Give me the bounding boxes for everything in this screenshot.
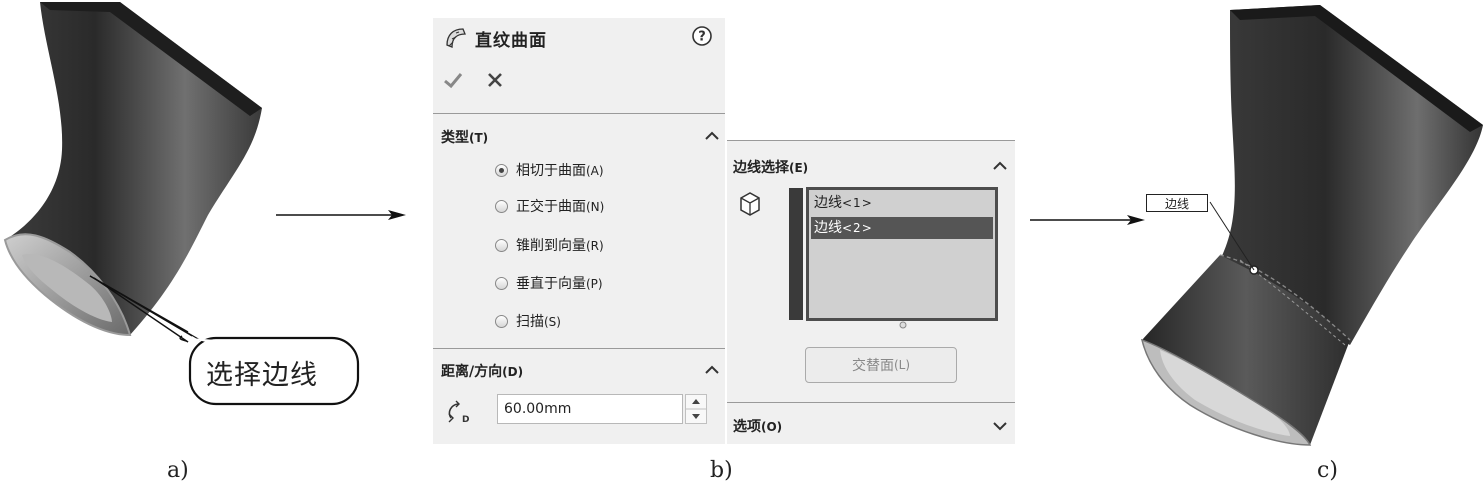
caption-c: c)	[1317, 458, 1338, 483]
close-icon[interactable]	[485, 70, 505, 90]
type-group-title[interactable]: 类型(T)	[441, 127, 488, 147]
edge-tag: 边线	[1146, 194, 1208, 212]
callout-leader	[89, 275, 360, 406]
divider	[727, 140, 1015, 141]
callout-label: 选择边线	[206, 360, 318, 391]
distance-input[interactable]: 60.00mm	[497, 394, 683, 424]
option-label: 扫描	[516, 314, 544, 330]
item-suffix: <1>	[842, 196, 873, 210]
spin-stepper[interactable]	[685, 394, 707, 424]
svg-text:D: D	[462, 415, 469, 425]
caption-a: a)	[167, 458, 189, 483]
type-group-label: 类型	[441, 130, 469, 146]
edge-selection-list[interactable]: 边线<1> 边线<2>	[806, 187, 998, 321]
radio-button[interactable]	[495, 163, 508, 177]
panel-title: 直纹曲面	[475, 31, 547, 51]
checkmark-icon[interactable]	[443, 70, 463, 90]
help-icon[interactable]: ?	[691, 25, 713, 47]
distance-group-label: 距离/方向	[441, 364, 503, 380]
item-suffix: <2>	[842, 221, 873, 235]
resize-grip-icon[interactable]	[899, 321, 907, 329]
type-option-perpendicular[interactable]: 垂直于向量(P)	[495, 272, 603, 294]
option-label: 相切于曲面	[516, 163, 586, 179]
option-shortcut: (S)	[544, 315, 561, 329]
option-shortcut: (N)	[586, 200, 605, 214]
radio-button[interactable]	[495, 199, 508, 213]
edge-select-icon	[740, 192, 760, 216]
edge-group-label: 边线选择	[733, 160, 789, 176]
ruled-surface-icon	[446, 28, 466, 48]
list-item[interactable]: 边线<1>	[811, 192, 993, 214]
type-group-shortcut: (T)	[469, 131, 489, 145]
option-shortcut: (R)	[586, 239, 604, 253]
type-option-normal[interactable]: 正交于曲面(N)	[495, 195, 604, 217]
selection-color-bar	[789, 188, 803, 320]
caption-b: b)	[710, 458, 733, 483]
item-label: 边线	[814, 195, 842, 211]
edge-group-shortcut: (E)	[789, 161, 809, 175]
alternate-face-button[interactable]: 交替面 (L)	[805, 347, 957, 383]
option-label: 正交于曲面	[516, 199, 586, 215]
arrow-right-icon	[276, 210, 406, 220]
divider	[433, 113, 725, 114]
distance-group-title[interactable]: 距离/方向(D)	[441, 361, 523, 381]
distance-icon: D	[448, 400, 469, 425]
chevron-up-icon[interactable]	[703, 364, 721, 376]
options-group-label: 选项	[733, 419, 761, 435]
radio-button[interactable]	[495, 314, 508, 328]
option-label: 垂直于向量	[516, 276, 586, 292]
edge-tag-label: 边线	[1164, 197, 1189, 211]
list-item-selected[interactable]: 边线<2>	[811, 217, 993, 239]
model-view-c[interactable]	[1140, 0, 1483, 450]
chevron-down-icon[interactable]	[991, 420, 1009, 432]
type-option-tangent[interactable]: 相切于曲面(A)	[495, 159, 604, 181]
radio-button[interactable]	[495, 238, 508, 252]
property-manager: 直纹曲面 ? 类型(T) 相切于曲面(A) 正交于曲面(N) 锥削到向量(R) …	[433, 18, 725, 444]
option-shortcut: (A)	[586, 164, 604, 178]
options-group-shortcut: (O)	[761, 420, 783, 434]
button-shortcut: (L)	[893, 358, 911, 372]
chevron-up-icon[interactable]	[991, 160, 1009, 172]
chevron-up-icon[interactable]	[703, 130, 721, 142]
type-option-sweep[interactable]: 扫描(S)	[495, 310, 561, 332]
divider	[433, 348, 725, 349]
radio-button[interactable]	[495, 276, 508, 290]
edge-selection-panel: 边线选择(E) 边线<1> 边线<2> 交替面 (L) 选项(O)	[727, 140, 1015, 444]
elbow-model-c	[1140, 5, 1483, 446]
item-label: 边线	[814, 220, 842, 236]
edge-group-title[interactable]: 边线选择(E)	[733, 157, 808, 177]
arrow-right-icon	[1030, 215, 1145, 225]
type-option-taper[interactable]: 锥削到向量(R)	[495, 234, 604, 256]
options-group-title[interactable]: 选项(O)	[733, 416, 782, 436]
svg-text:?: ?	[698, 30, 706, 45]
option-label: 锥削到向量	[516, 238, 586, 254]
option-shortcut: (P)	[586, 277, 603, 291]
divider	[727, 402, 1015, 403]
button-label: 交替面	[851, 358, 894, 374]
distance-group-shortcut: (D)	[502, 365, 524, 379]
